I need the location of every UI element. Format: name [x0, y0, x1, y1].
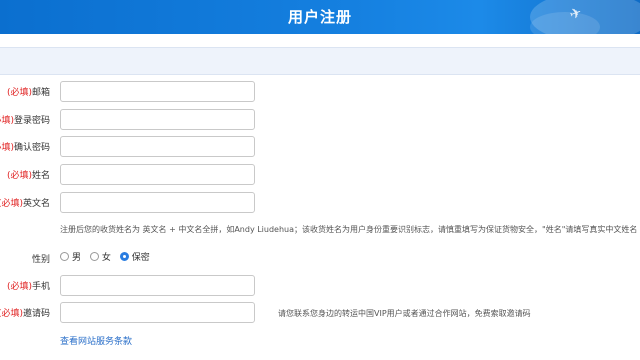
email-label: (必填)邮箱 — [7, 85, 50, 98]
header-banner: ✈ 用户注册 — [0, 0, 640, 34]
form-row-english-name: (必填)英文名 — [0, 192, 640, 214]
confirm-password-label-text: 确认密码 — [13, 143, 50, 153]
invite-note: 请您联系您身边的转运中国VIP用户或者通过合作网站，免费索取邀请码 — [278, 309, 531, 318]
gender-option-male[interactable]: 男 — [60, 250, 81, 263]
form-row-invite: (必填)邀请码 请您联系您身边的转运中国VIP用户或者通过合作网站，免费索取邀请… — [0, 302, 640, 324]
form-row-name: (必填)姓名 — [0, 164, 640, 186]
section-bar — [0, 47, 640, 75]
required-tag: (必填) — [0, 199, 23, 209]
name-label-text: 姓名 — [31, 171, 50, 181]
password-field[interactable] — [60, 109, 255, 130]
english-name-note: 注册后您的收货姓名为 英文名 + 中文名全拼，如Andy Liudehua；该收… — [60, 225, 638, 234]
phone-label: (必填)手机 — [7, 279, 50, 292]
gender-radio-group: 男 女 保密 — [60, 250, 156, 264]
page-title: 用户注册 — [287, 8, 352, 26]
required-tag: (必填) — [0, 309, 23, 319]
radio-icon[interactable] — [60, 252, 69, 261]
gender-option-label: 保密 — [131, 253, 150, 263]
email-field[interactable] — [60, 81, 255, 102]
required-tag: (必填) — [6, 88, 32, 98]
gender-option-label: 女 — [101, 253, 111, 263]
english-name-label-text: 英文名 — [22, 199, 50, 209]
english-name-field[interactable] — [60, 192, 255, 213]
form-row-confirm-password: (必填)确认密码 — [0, 136, 640, 158]
required-tag: (必填) — [0, 143, 14, 153]
email-label-text: 邮箱 — [31, 88, 50, 98]
invite-label: (必填)邀请码 — [0, 306, 50, 319]
required-tag: (必填) — [0, 116, 14, 126]
password-label-text: 登录密码 — [13, 116, 50, 126]
confirm-password-field[interactable] — [60, 136, 255, 157]
form-row-phone: (必填)手机 — [0, 275, 640, 297]
form-row-password: (必填)登录密码 — [0, 109, 640, 131]
phone-label-text: 手机 — [31, 282, 50, 292]
password-label: (必填)登录密码 — [0, 113, 50, 126]
gender-label: 性别 — [31, 255, 50, 265]
required-tag: (必填) — [6, 171, 32, 181]
invite-code-field[interactable] — [60, 302, 255, 323]
english-name-label: (必填)英文名 — [0, 196, 50, 209]
confirm-password-label: (必填)确认密码 — [0, 140, 50, 153]
radio-icon[interactable] — [89, 252, 99, 261]
gender-option-female[interactable]: 女 — [89, 250, 111, 263]
radio-selected-icon[interactable] — [119, 252, 129, 261]
form-row-email: (必填)邮箱 — [0, 81, 640, 103]
invite-label-text: 邀请码 — [22, 309, 50, 319]
required-tag: (必填) — [6, 282, 32, 292]
gender-option-label: 男 — [72, 253, 82, 263]
phone-field[interactable] — [60, 275, 255, 296]
name-field[interactable] — [60, 164, 255, 185]
name-label: (必填)姓名 — [7, 168, 50, 181]
terms-link[interactable]: 查看网站服务条款 — [60, 334, 132, 347]
gender-option-secret[interactable]: 保密 — [119, 250, 150, 263]
